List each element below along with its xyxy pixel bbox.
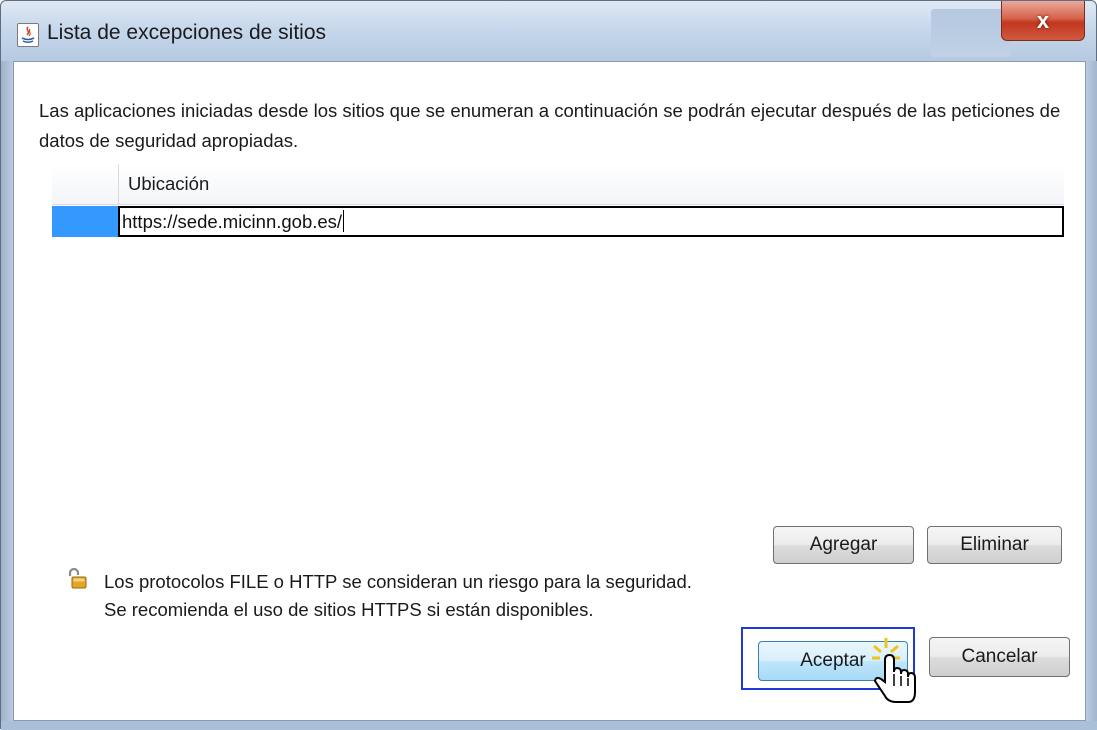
table-header: Ubicación [52, 164, 1064, 205]
security-warning-line1: Los protocolos FILE o HTTP se consideran… [104, 571, 692, 592]
table-empty-area[interactable] [52, 238, 1064, 518]
java-icon [17, 23, 39, 47]
dialog-description: Las aplicaciones iniciadas desde los sit… [39, 100, 1061, 151]
row-number-header [52, 164, 119, 204]
location-input[interactable]: https://sede.micinn.gob.es/ [118, 206, 1064, 237]
location-value: https://sede.micinn.gob.es/ [122, 211, 343, 232]
title-bar[interactable]: Lista de excepciones de sitios x [1, 1, 1096, 61]
exception-site-table: Ubicación https://sede.micinn.gob.es/ [52, 164, 1064, 238]
text-caret [343, 210, 345, 232]
add-button[interactable]: Agregar [773, 526, 914, 564]
security-warning-line2: Se recomienda el uso de sitios HTTPS si … [104, 599, 594, 620]
background-window-thumbnail [931, 9, 1011, 57]
row-selector[interactable] [52, 206, 118, 237]
close-icon: x [1036, 7, 1050, 33]
cancel-button[interactable]: Cancelar [929, 637, 1070, 677]
table-row[interactable]: https://sede.micinn.gob.es/ [52, 206, 1064, 237]
unlocked-padlock-icon [66, 567, 88, 589]
close-button[interactable]: x [1001, 1, 1085, 41]
security-warning: Los protocolos FILE o HTTP se consideran… [104, 568, 692, 624]
remove-button[interactable]: Eliminar [927, 526, 1062, 564]
hand-pointer-icon [870, 634, 930, 714]
window-left-border [1, 61, 13, 721]
window-title: Lista de excepciones de sitios [47, 21, 326, 44]
location-column-header[interactable]: Ubicación [128, 173, 209, 195]
window-right-border [1086, 61, 1097, 721]
